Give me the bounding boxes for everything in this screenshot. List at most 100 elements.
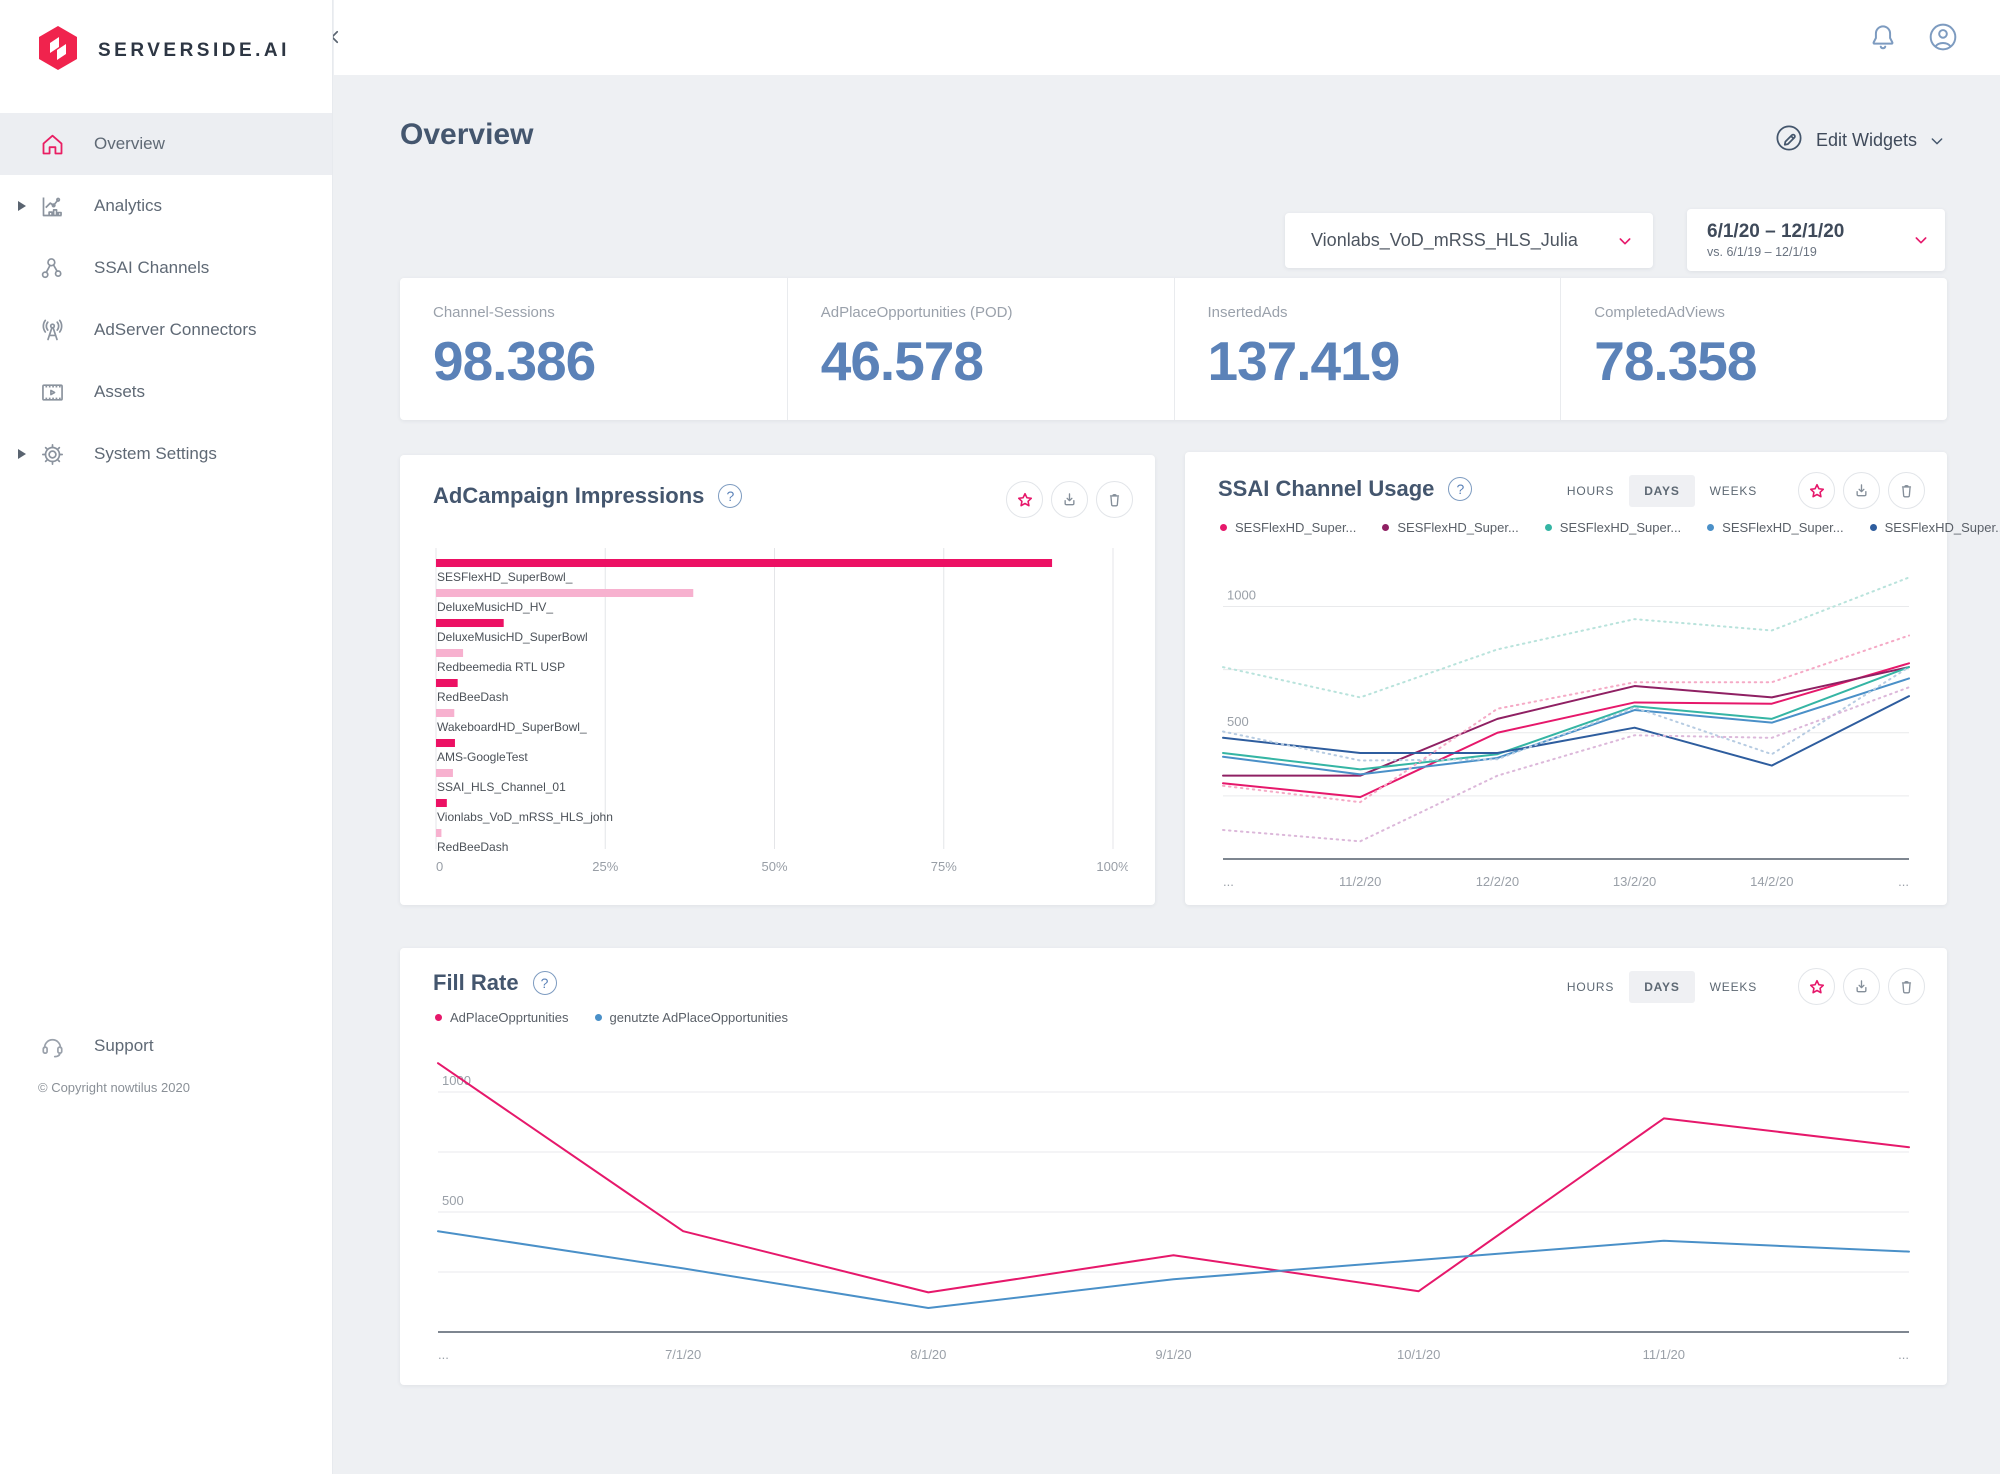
svg-text:12/2/20: 12/2/20 [1476, 874, 1519, 889]
chevron-down-icon [1913, 232, 1929, 248]
svg-text:11/1/20: 11/1/20 [1643, 1347, 1685, 1362]
channel-select[interactable]: Vionlabs_VoD_mRSS_HLS_Julia [1285, 213, 1653, 268]
interval-tabs: HOURS DAYS WEEKS [1552, 971, 1772, 1003]
svg-text:...: ... [1223, 874, 1234, 889]
edit-pencil-icon [1774, 123, 1804, 158]
legend-item: AdPlaceOpprtunities [435, 1010, 569, 1025]
svg-text:9/1/20: 9/1/20 [1155, 1347, 1191, 1362]
svg-text:500: 500 [1227, 714, 1249, 729]
tab-days[interactable]: DAYS [1629, 971, 1694, 1003]
notifications-bell-icon[interactable] [1866, 20, 1900, 54]
user-avatar-icon[interactable] [1926, 20, 1960, 54]
tab-weeks[interactable]: WEEKS [1695, 971, 1772, 1003]
interval-tabs: HOURS DAYS WEEKS [1552, 475, 1772, 507]
help-icon[interactable]: ? [533, 971, 557, 995]
svg-text:500: 500 [442, 1193, 464, 1208]
svg-text:RedBeeDash: RedBeeDash [437, 840, 508, 854]
svg-text:DeluxeMusicHD_SuperBowl: DeluxeMusicHD_SuperBowl [437, 630, 588, 644]
legend-item: SESFlexHD_Super... [1707, 520, 1843, 535]
favorite-star-button[interactable] [1798, 472, 1835, 509]
legend-dot-icon [1707, 524, 1714, 531]
page-title: Overview [400, 118, 533, 152]
sidebar-item-support[interactable]: Support [0, 1026, 332, 1066]
kpi-value: 98.386 [433, 329, 787, 393]
fill-rate-panel: Fill Rate ? HOURS DAYS WEEKS AdPlaceOppr… [400, 948, 1947, 1385]
legend-dot-icon [1545, 524, 1552, 531]
main-content: Overview Edit Widgets Vionlabs_VoD_mRSS_… [333, 75, 2000, 1474]
legend-dot-icon [1220, 524, 1227, 531]
delete-trash-button[interactable] [1888, 472, 1925, 509]
svg-text:1000: 1000 [1227, 588, 1256, 603]
svg-text:14/2/20: 14/2/20 [1750, 874, 1793, 889]
legend-dot-icon [435, 1014, 442, 1021]
sidebar-item-label: Analytics [94, 196, 162, 216]
support-label: Support [94, 1036, 154, 1056]
download-button[interactable] [1843, 968, 1880, 1005]
svg-text:...: ... [1898, 1347, 1909, 1362]
edit-widgets-button[interactable]: Edit Widgets [1774, 123, 1945, 158]
tab-weeks[interactable]: WEEKS [1695, 475, 1772, 507]
kpi-label: AdPlaceOpportunities (POD) [821, 304, 1174, 321]
help-icon[interactable]: ? [718, 484, 742, 508]
sidebar-nav: Overview Analytics [0, 113, 332, 485]
sidebar-item-label: Overview [94, 134, 165, 154]
sidebar-item-overview[interactable]: Overview [0, 113, 332, 175]
tab-hours[interactable]: HOURS [1552, 475, 1629, 507]
svg-text:0: 0 [436, 859, 443, 874]
download-button[interactable] [1843, 472, 1880, 509]
svg-text:Redbeemedia RTL USP: Redbeemedia RTL USP [437, 660, 565, 674]
sidebar-item-assets[interactable]: Assets [0, 361, 332, 423]
svg-text:11/2/20: 11/2/20 [1339, 874, 1381, 889]
sidebar-item-system-settings[interactable]: System Settings [0, 423, 332, 485]
chevron-down-icon [1929, 133, 1945, 149]
svg-text:10/1/20: 10/1/20 [1397, 1347, 1440, 1362]
network-icon [38, 254, 66, 282]
help-icon[interactable]: ? [1448, 477, 1472, 501]
favorite-star-button[interactable] [1006, 481, 1043, 518]
kpi-inserted-ads: InsertedAds 137.419 [1174, 278, 1561, 420]
legend-dot-icon [1870, 524, 1877, 531]
legend-dot-icon [1382, 524, 1389, 531]
svg-text:SESFlexHD_SuperBowl_: SESFlexHD_SuperBowl_ [437, 570, 573, 584]
kpi-channel-sessions: Channel-Sessions 98.386 [400, 278, 787, 420]
sidebar: SERVERSIDE.AI Overview Analytics [0, 0, 333, 1474]
panel-title: SSAI Channel Usage [1218, 476, 1434, 502]
favorite-star-button[interactable] [1798, 968, 1835, 1005]
headset-icon [38, 1032, 66, 1060]
kpi-value: 78.358 [1594, 329, 1947, 393]
tab-hours[interactable]: HOURS [1552, 971, 1629, 1003]
tab-days[interactable]: DAYS [1629, 475, 1694, 507]
legend-item: SESFlexHD_Super... [1870, 520, 2000, 535]
svg-text:...: ... [1898, 874, 1909, 889]
svg-text:RedBeeDash: RedBeeDash [437, 690, 508, 704]
legend-item: SESFlexHD_Super... [1545, 520, 1681, 535]
gear-icon [38, 440, 66, 468]
film-icon [38, 378, 66, 406]
edit-widgets-label: Edit Widgets [1816, 130, 1917, 151]
svg-text:25%: 25% [592, 859, 618, 874]
legend-dot-icon [595, 1014, 602, 1021]
date-range-value: 6/1/20 – 12/1/20 [1707, 221, 1844, 243]
sidebar-item-ssai-channels[interactable]: SSAI Channels [0, 237, 332, 299]
download-button[interactable] [1051, 481, 1088, 518]
caret-right-icon[interactable] [18, 201, 26, 211]
ssai-line-chart: 5001000...11/2/2012/2/2013/2/2014/2/20..… [1215, 552, 1917, 897]
sidebar-item-analytics[interactable]: Analytics [0, 175, 332, 237]
adcampaign-impressions-panel: AdCampaign Impressions ? 025%50%75%100%S… [400, 455, 1155, 905]
panel-title: AdCampaign Impressions [433, 483, 704, 509]
sidebar-item-label: System Settings [94, 444, 217, 464]
kpi-label: CompletedAdViews [1594, 304, 1947, 321]
ssai-legend: SESFlexHD_Super... SESFlexHD_Super... SESF… [1220, 520, 2000, 535]
legend-item: SESFlexHD_Super... [1382, 520, 1518, 535]
legend-item: genutzte AdPlaceOpportunities [595, 1010, 789, 1025]
sidebar-item-adserver-connectors[interactable]: AdServer Connectors [0, 299, 332, 361]
brand: SERVERSIDE.AI [0, 0, 332, 77]
date-range-select[interactable]: 6/1/20 – 12/1/20 vs. 6/1/19 – 12/1/19 [1687, 209, 1945, 271]
delete-trash-button[interactable] [1888, 968, 1925, 1005]
caret-right-icon[interactable] [18, 449, 26, 459]
kpi-label: InsertedAds [1208, 304, 1561, 321]
delete-trash-button[interactable] [1096, 481, 1133, 518]
analytics-icon [38, 192, 66, 220]
kpi-adplace-opportunities: AdPlaceOpportunities (POD) 46.578 [787, 278, 1174, 420]
brand-name: SERVERSIDE.AI [98, 40, 290, 62]
